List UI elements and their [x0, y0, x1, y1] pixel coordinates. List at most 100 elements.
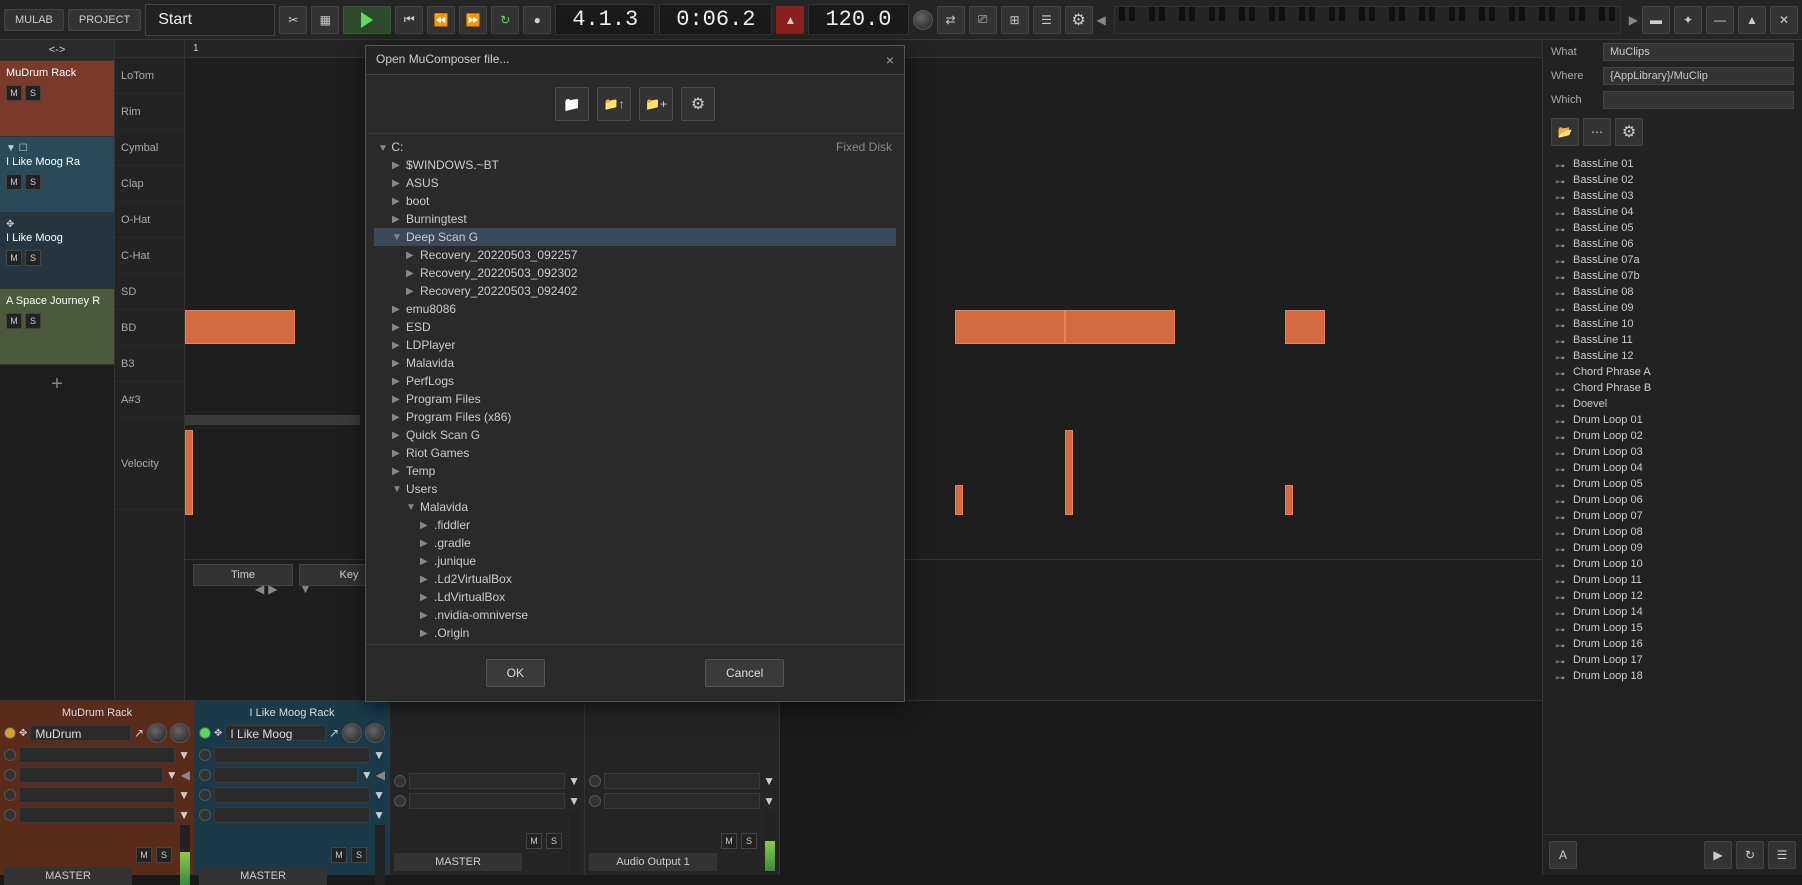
mute-button[interactable]: M — [6, 313, 22, 329]
browser-item[interactable]: Drum Loop 17 — [1543, 652, 1802, 668]
browser-add-icon[interactable]: ⋯ — [1583, 118, 1611, 146]
browser-item[interactable]: BassLine 11 — [1543, 332, 1802, 348]
metronome-icon[interactable]: ▲ — [776, 6, 804, 34]
browser-gear-icon[interactable] — [1615, 118, 1643, 146]
forward-icon[interactable]: ⏩ — [459, 6, 487, 34]
expand-icon[interactable]: ↗ — [329, 726, 339, 740]
tree-item[interactable]: ▶ Recovery_20220503_092302 — [374, 264, 896, 282]
dialog-folder-icon[interactable] — [555, 87, 589, 121]
knob[interactable] — [170, 723, 190, 743]
tree-item[interactable]: ▶ Burningtest — [374, 210, 896, 228]
solo-button[interactable]: S — [25, 313, 41, 329]
tree-item[interactable]: ▶ Program Files (x86) — [374, 408, 896, 426]
drive-row[interactable]: ▼ C: Fixed Disk — [374, 138, 896, 156]
browser-loop-icon[interactable]: ↻ — [1736, 841, 1764, 869]
note-clip[interactable] — [1285, 310, 1325, 344]
tree-item[interactable]: ▶ .LdVirtualBox — [374, 588, 896, 606]
browser-folder-icon[interactable]: 📂 — [1551, 118, 1579, 146]
browser-item[interactable]: Drum Loop 08 — [1543, 524, 1802, 540]
tree-item[interactable]: ▼ Malavida — [374, 498, 896, 516]
mixer-icon[interactable]: ⎚ — [969, 6, 997, 34]
slot-menu-icon[interactable]: ▼ — [568, 774, 580, 788]
browser-item[interactable]: BassLine 07b — [1543, 268, 1802, 284]
fx-slot[interactable] — [19, 767, 163, 783]
slot-menu-icon[interactable]: ▼ — [373, 808, 385, 822]
mute-button[interactable]: M — [136, 847, 152, 863]
scroll-region[interactable] — [185, 415, 360, 425]
browser-item[interactable]: BassLine 10 — [1543, 316, 1802, 332]
note-clip[interactable] — [185, 310, 295, 344]
bar-beat-display[interactable]: 4.1.3 — [555, 4, 655, 35]
tempo-display[interactable]: 120.0 — [808, 4, 908, 35]
record-icon[interactable]: ● — [523, 6, 551, 34]
browser-item[interactable]: BassLine 12 — [1543, 348, 1802, 364]
play-button[interactable] — [343, 6, 391, 34]
mulab-menu[interactable]: MULAB — [4, 9, 64, 31]
velocity-bar[interactable] — [955, 485, 963, 515]
output-slot[interactable]: MASTER — [199, 867, 327, 885]
track-tab[interactable]: <-> — [0, 40, 114, 61]
fx-slot[interactable] — [214, 807, 370, 823]
browser-item[interactable]: BassLine 07a — [1543, 252, 1802, 268]
browser-item[interactable]: Drum Loop 16 — [1543, 636, 1802, 652]
browser-item[interactable]: BassLine 05 — [1543, 220, 1802, 236]
browser-item[interactable]: Drum Loop 15 — [1543, 620, 1802, 636]
slot-menu-icon[interactable]: ▼ — [373, 748, 385, 762]
fx-slot[interactable] — [214, 767, 358, 783]
browser-item[interactable]: Chord Phrase B — [1543, 380, 1802, 396]
dialog-gear-icon[interactable] — [681, 87, 715, 121]
dialog-folder-up-icon[interactable]: 📁↑ — [597, 87, 631, 121]
browser-item[interactable]: BassLine 09 — [1543, 300, 1802, 316]
output-slot[interactable]: MASTER — [4, 867, 132, 885]
dialog-new-folder-icon[interactable]: 📁+ — [639, 87, 673, 121]
mute-button[interactable]: M — [721, 833, 737, 849]
tree-item[interactable]: ▶ .Ld2VirtualBox — [374, 570, 896, 588]
browser-item[interactable]: Drum Loop 04 — [1543, 460, 1802, 476]
mute-button[interactable]: M — [6, 250, 22, 266]
slot-menu-icon[interactable]: ▼ — [178, 788, 190, 802]
tree-item[interactable]: ▶ .gradle — [374, 534, 896, 552]
browser-item[interactable]: Doevel — [1543, 396, 1802, 412]
solo-button[interactable]: S — [25, 174, 41, 190]
project-menu[interactable]: PROJECT — [68, 9, 141, 31]
tool-icon-2[interactable]: ▦ — [311, 6, 339, 34]
fx-slot[interactable] — [604, 773, 760, 789]
nav-next-icon[interactable]: ▶ — [268, 582, 277, 596]
where-field[interactable]: {AppLibrary}/MuClip — [1603, 67, 1794, 85]
browser-item[interactable]: Drum Loop 07 — [1543, 508, 1802, 524]
device-slot[interactable]: MuDrum — [30, 725, 131, 741]
browser-item[interactable]: Drum Loop 05 — [1543, 476, 1802, 492]
slot-menu-icon[interactable]: ▼ — [763, 794, 775, 808]
channel-strip-1[interactable]: MuDrum Rack ✥MuDrum↗ ▼ ▼◀ ▼ ▼ MASTERMS — [0, 701, 195, 875]
browser-item[interactable]: BassLine 03 — [1543, 188, 1802, 204]
mute-button[interactable]: M — [526, 833, 542, 849]
browser-item[interactable]: Drum Loop 03 — [1543, 444, 1802, 460]
fx-slot[interactable] — [214, 747, 370, 763]
mute-button[interactable]: M — [331, 847, 347, 863]
slot-menu-icon[interactable]: ▼ — [568, 794, 580, 808]
note-clip[interactable] — [955, 310, 1065, 344]
browser-item[interactable]: BassLine 02 — [1543, 172, 1802, 188]
output-slot[interactable]: Audio Output 1 — [589, 853, 717, 871]
device-slot[interactable]: I Like Moog — [225, 725, 326, 741]
fx-slot[interactable] — [214, 787, 370, 803]
tree-item[interactable]: ▶ LDPlayer — [374, 336, 896, 354]
dialog-close-icon[interactable]: × — [886, 52, 894, 68]
win-min-icon[interactable]: — — [1706, 6, 1734, 34]
what-field[interactable]: MuClips — [1603, 43, 1794, 61]
tree-item[interactable]: ▶ .fiddler — [374, 516, 896, 534]
channel-strip-4[interactable]: ▼ ▼ Audio Output 1MS — [585, 701, 780, 875]
tool-icon-3[interactable]: ⇄ — [937, 6, 965, 34]
track-1[interactable]: MuDrum Rack MS — [0, 61, 114, 137]
fx-slot[interactable] — [409, 793, 565, 809]
track-3[interactable]: ✥ I Like Moog MS — [0, 213, 114, 289]
fx-slot[interactable] — [604, 793, 760, 809]
expand-icon[interactable]: ▼ ☐ — [6, 143, 108, 154]
fx-slot[interactable] — [19, 787, 175, 803]
nav-prev-icon[interactable]: ◀ — [255, 582, 264, 596]
browser-item[interactable]: Drum Loop 02 — [1543, 428, 1802, 444]
tree-item[interactable]: ▶ Program Files — [374, 390, 896, 408]
win-add-icon[interactable]: ✦ — [1674, 6, 1702, 34]
browser-item[interactable]: Drum Loop 18 — [1543, 668, 1802, 684]
view-icon[interactable]: ☰ — [1033, 6, 1061, 34]
